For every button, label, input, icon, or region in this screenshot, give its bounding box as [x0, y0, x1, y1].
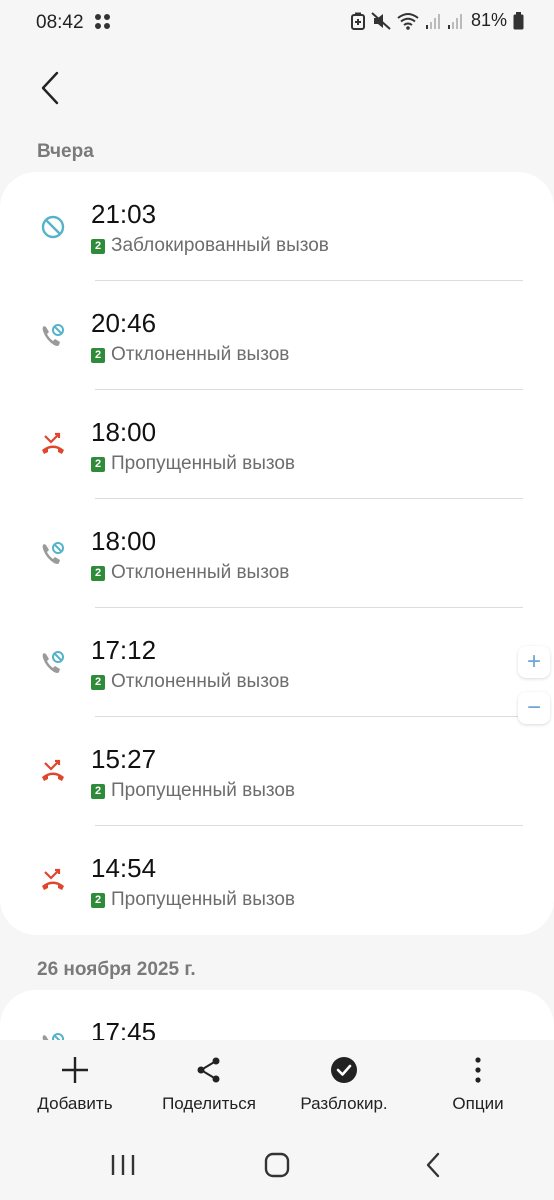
back-icon — [426, 1152, 440, 1178]
call-time: 18:00 — [91, 417, 157, 447]
call-row[interactable]: 18:00 2 Пропущенный вызов — [0, 390, 554, 499]
status-icons: 81% — [350, 10, 524, 31]
check-circle-icon — [324, 1050, 364, 1090]
call-details: 2 Заблокированный вызов — [91, 235, 329, 257]
call-details: 2 Отклоненный вызов — [91, 671, 289, 693]
sim-badge: 2 — [91, 238, 105, 254]
nav-back-button[interactable] — [408, 1148, 458, 1182]
call-details: 2 Пропущенный вызов — [91, 453, 295, 475]
rejected-call-icon — [38, 648, 68, 678]
signal-1-icon — [425, 13, 440, 29]
call-list-card: 21:03 2 Заблокированный вызов 20:46 2 От… — [0, 172, 554, 935]
wifi-icon — [397, 12, 419, 30]
call-details: 2 Отклоненный вызов — [91, 344, 289, 366]
more-vertical-icon — [458, 1050, 498, 1090]
options-button[interactable]: Опции — [438, 1050, 518, 1114]
call-time: 18:00 — [91, 526, 157, 556]
call-row[interactable]: 18:00 2 Отклоненный вызов — [0, 499, 554, 608]
call-time: 20:46 — [91, 308, 157, 338]
share-icon — [189, 1050, 229, 1090]
call-time: 17:12 — [91, 635, 157, 665]
chevron-left-icon — [41, 71, 59, 105]
zoom-out-button[interactable]: − — [518, 692, 550, 724]
zoom-in-button[interactable]: + — [518, 646, 550, 678]
unblock-label: Разблокир. — [300, 1094, 388, 1113]
sim-badge: 2 — [91, 783, 105, 799]
rejected-call-icon — [38, 321, 68, 351]
section-header-date: 26 ноября 2025 г. — [37, 959, 196, 980]
sim-badge: 2 — [91, 892, 105, 908]
call-type: Отклоненный вызов — [111, 562, 290, 583]
options-label: Опции — [452, 1094, 504, 1113]
sim-badge: 2 — [91, 565, 105, 581]
status-bar: 08:42 81% — [0, 0, 554, 46]
call-row[interactable]: 17:12 2 Отклоненный вызов — [0, 608, 554, 717]
plus-icon — [55, 1050, 95, 1090]
call-type: Пропущенный вызов — [111, 453, 296, 474]
add-label: Добавить — [37, 1094, 113, 1113]
section-header-yesterday: Вчера — [37, 141, 94, 162]
missed-call-icon — [38, 430, 68, 460]
home-button[interactable] — [252, 1148, 302, 1182]
missed-call-icon — [38, 757, 68, 787]
call-row[interactable]: 14:54 2 Пропущенный вызов — [0, 826, 554, 935]
status-time: 08:42 — [36, 12, 84, 33]
call-type: Пропущенный вызов — [111, 780, 296, 801]
sim-badge: 2 — [91, 347, 105, 363]
battery-saver-icon — [350, 12, 365, 30]
bottom-toolbar: Добавить Поделиться Разблокир. Опции — [0, 1040, 554, 1130]
share-label: Поделиться — [162, 1094, 256, 1113]
call-row[interactable]: 20:46 2 Отклоненный вызов — [0, 281, 554, 390]
add-button[interactable]: Добавить — [25, 1050, 125, 1114]
sim-badge: 2 — [91, 674, 105, 690]
back-button[interactable] — [30, 66, 70, 110]
sim-badge: 2 — [91, 456, 105, 472]
recent-apps-icon — [111, 1155, 135, 1175]
blocked-icon — [38, 212, 68, 242]
call-details: 2 Пропущенный вызов — [91, 889, 295, 911]
call-time: 14:54 — [91, 853, 157, 883]
call-row[interactable]: 21:03 2 Заблокированный вызов — [0, 172, 554, 281]
battery-icon — [513, 11, 524, 29]
call-row[interactable]: 15:27 2 Пропущенный вызов — [0, 717, 554, 826]
call-type: Пропущенный вызов — [111, 889, 296, 910]
battery-percent: 81% — [470, 10, 507, 30]
unblock-button[interactable]: Разблокир. — [290, 1050, 398, 1114]
recent-apps-button[interactable] — [98, 1148, 148, 1182]
missed-call-icon — [38, 866, 68, 896]
call-details: 2 Отклоненный вызов — [91, 562, 289, 584]
system-nav-bar — [0, 1130, 554, 1200]
call-details: 2 Пропущенный вызов — [91, 780, 295, 802]
call-type: Отклоненный вызов — [111, 671, 290, 692]
call-type: Отклоненный вызов — [111, 344, 290, 365]
notification-dots-icon — [95, 14, 110, 29]
call-time: 15:27 — [91, 744, 157, 774]
call-time: 21:03 — [91, 199, 157, 229]
call-type: Заблокированный вызов — [111, 235, 329, 256]
signal-2-icon — [447, 13, 462, 29]
share-button[interactable]: Поделиться — [154, 1050, 264, 1114]
rejected-call-icon — [38, 539, 68, 569]
mute-icon — [371, 11, 391, 30]
home-icon — [264, 1152, 290, 1178]
